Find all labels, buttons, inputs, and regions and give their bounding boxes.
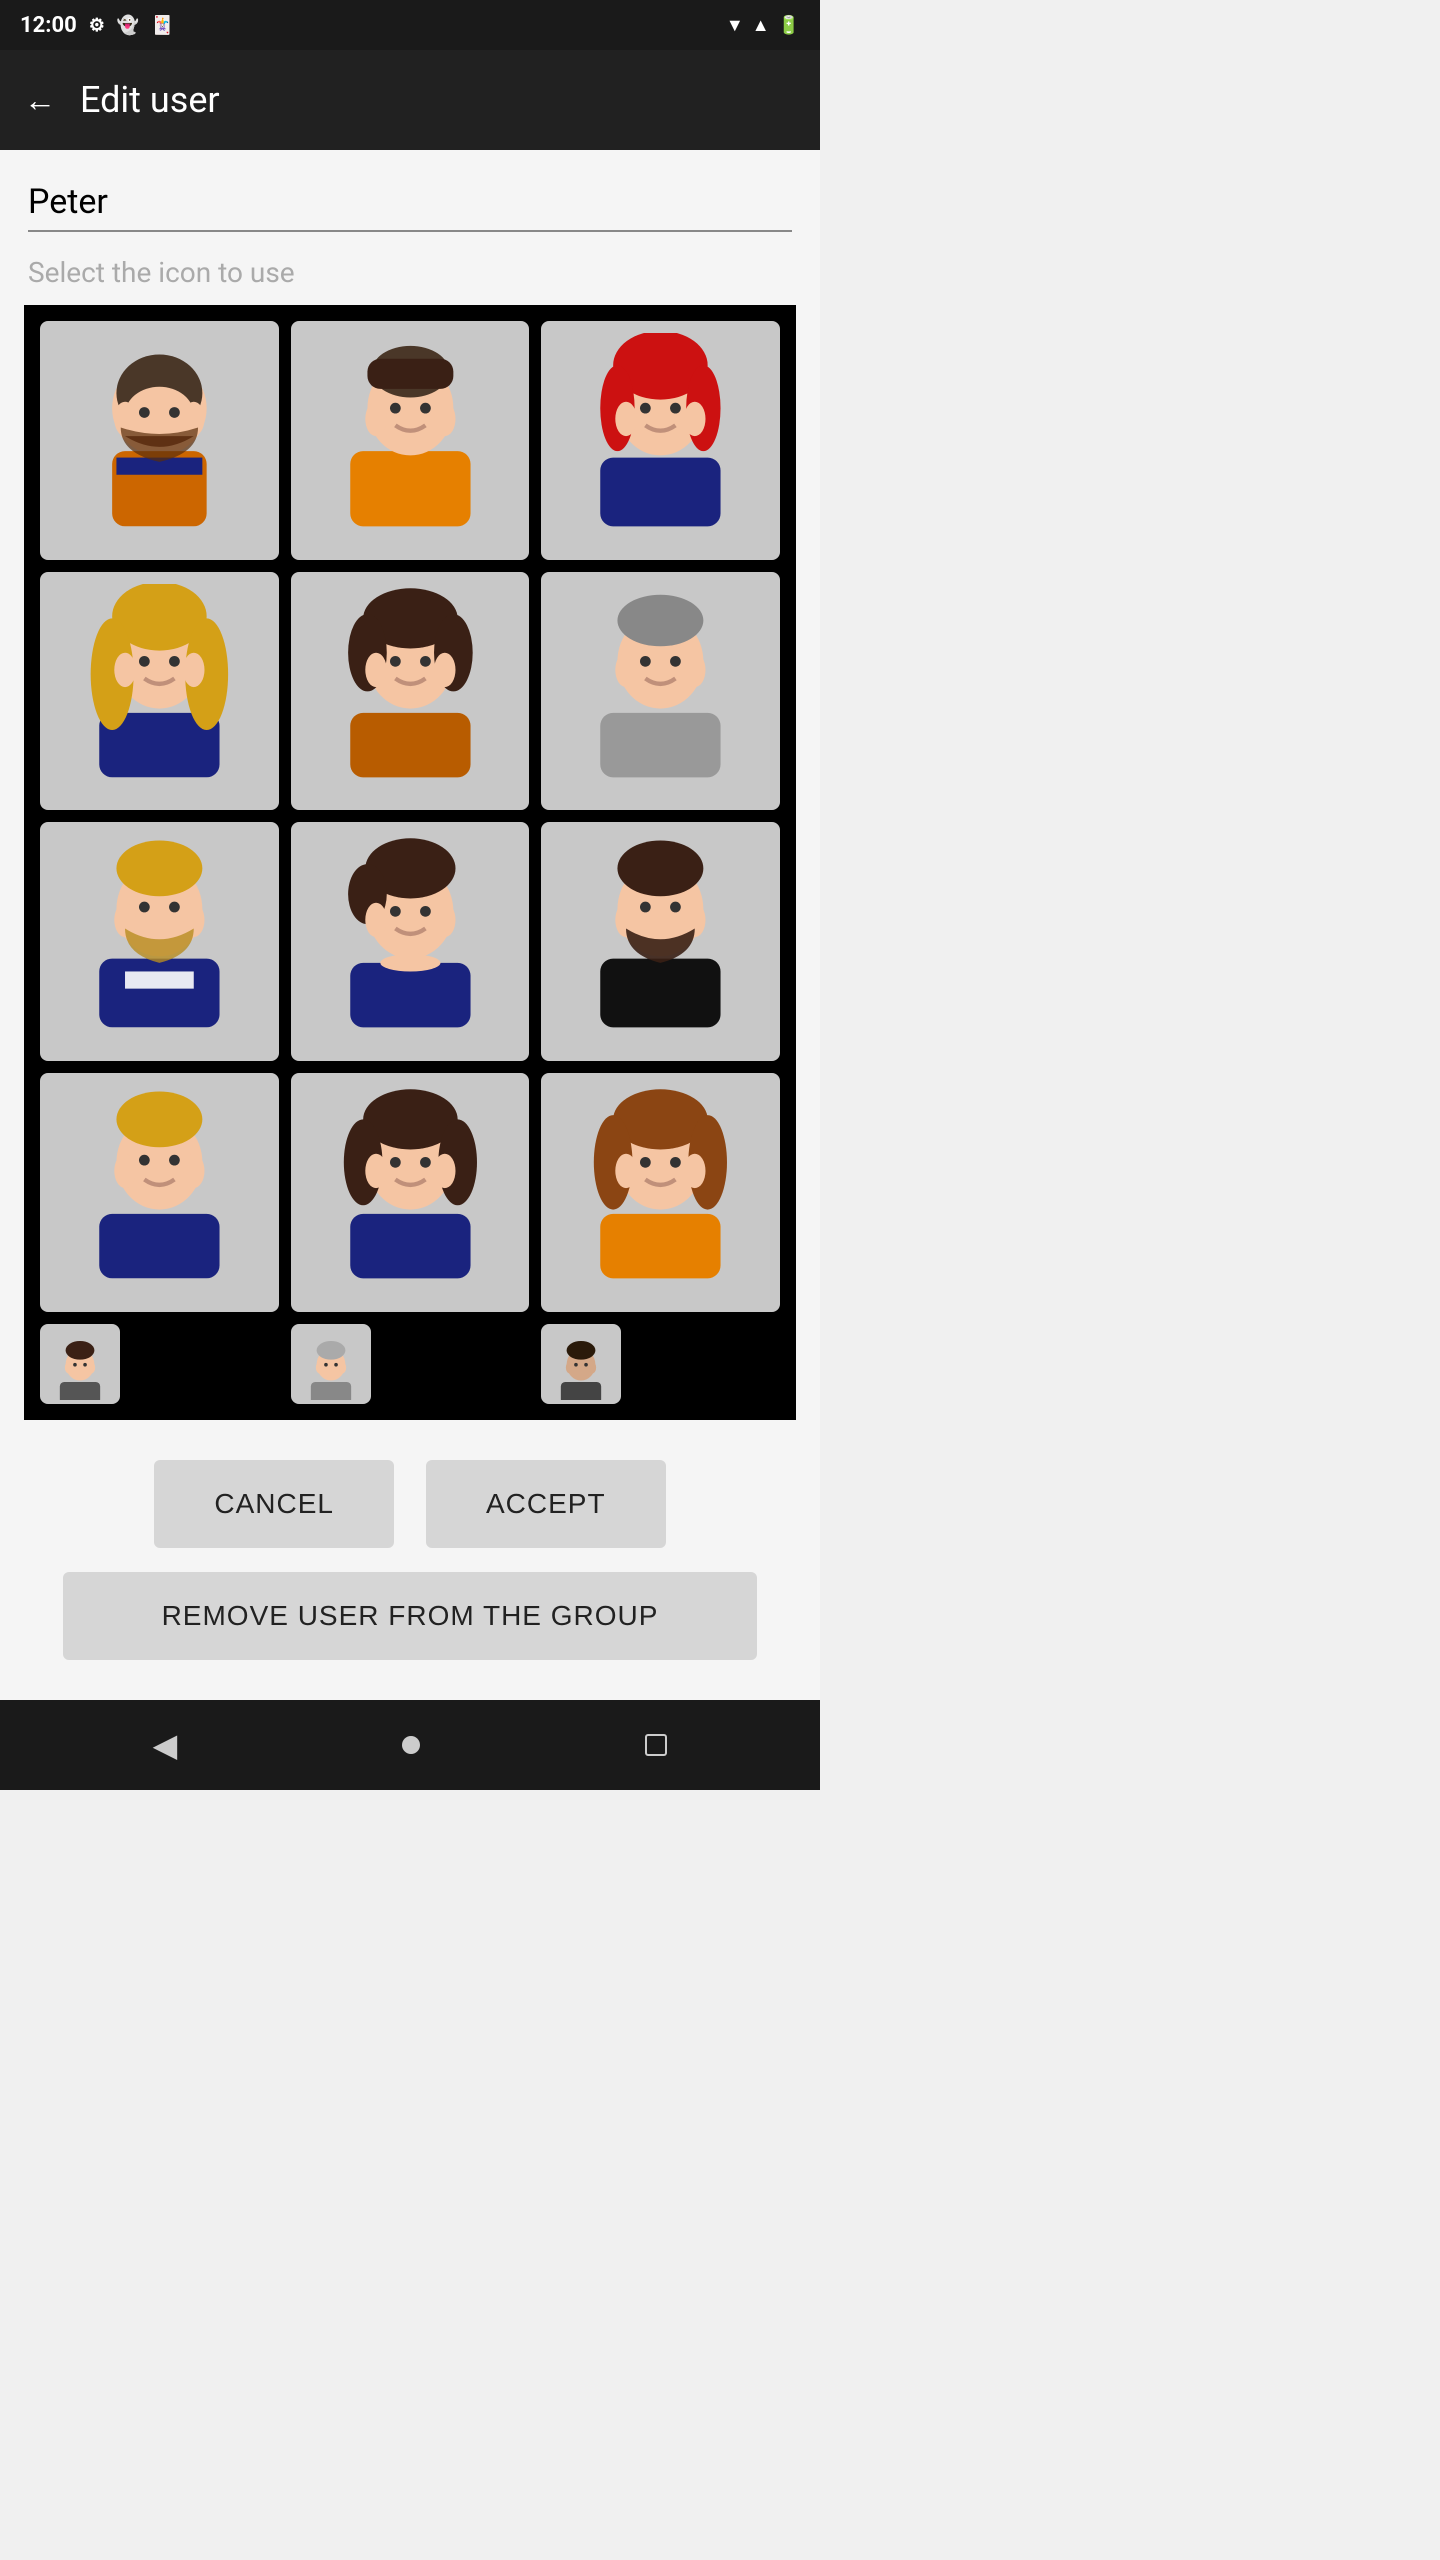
signal-icon: ▲ <box>752 15 770 36</box>
remove-user-button[interactable]: REMOVE USER FROM THE GROUP <box>63 1572 758 1660</box>
action-buttons: CANCEL ACCEPT <box>0 1420 820 1572</box>
avatar-7[interactable] <box>40 822 279 1061</box>
name-input[interactable] <box>28 174 792 232</box>
settings-icon: ⚙ <box>89 15 105 36</box>
status-bar: 12:00 ⚙ 👻 🃏 ▼ ▲ 🔋 <box>0 0 820 50</box>
avatar-1[interactable] <box>40 321 279 560</box>
name-input-wrapper <box>24 174 796 232</box>
avatar-6[interactable] <box>541 572 780 811</box>
avatar-14[interactable] <box>291 1324 371 1404</box>
select-icon-label: Select the icon to use <box>24 256 796 289</box>
avatar-15[interactable] <box>541 1324 621 1404</box>
wifi-icon: ▼ <box>726 15 744 36</box>
avatar-12[interactable] <box>541 1073 780 1312</box>
cancel-button[interactable]: CANCEL <box>154 1460 394 1548</box>
back-nav-icon[interactable]: ◀ <box>153 1726 178 1764</box>
nav-bar: ◀ <box>0 1700 820 1790</box>
battery-icon: 🔋 <box>778 15 800 36</box>
notification-icon: 👻 <box>117 15 139 36</box>
sim-icon: 🃏 <box>151 15 173 36</box>
avatar-3[interactable] <box>541 321 780 560</box>
app-bar: ← Edit user <box>0 50 820 150</box>
avatar-8[interactable] <box>291 822 530 1061</box>
avatar-11[interactable] <box>291 1073 530 1312</box>
accept-button[interactable]: ACCEPT <box>426 1460 666 1548</box>
avatar-grid <box>40 321 780 1404</box>
time-display: 12:00 <box>20 13 77 38</box>
content-area: Select the icon to use <box>0 150 820 1420</box>
back-button[interactable]: ← <box>24 84 56 116</box>
avatar-9[interactable] <box>541 822 780 1061</box>
avatar-10[interactable] <box>40 1073 279 1312</box>
page-title: Edit user <box>80 79 220 121</box>
avatar-grid-container <box>24 305 796 1420</box>
home-nav-icon[interactable] <box>402 1736 420 1754</box>
avatar-5[interactable] <box>291 572 530 811</box>
avatar-13[interactable] <box>40 1324 120 1404</box>
recents-nav-icon[interactable] <box>645 1734 667 1756</box>
avatar-2[interactable] <box>291 321 530 560</box>
avatar-4[interactable] <box>40 572 279 811</box>
remove-btn-wrapper: REMOVE USER FROM THE GROUP <box>0 1572 820 1700</box>
